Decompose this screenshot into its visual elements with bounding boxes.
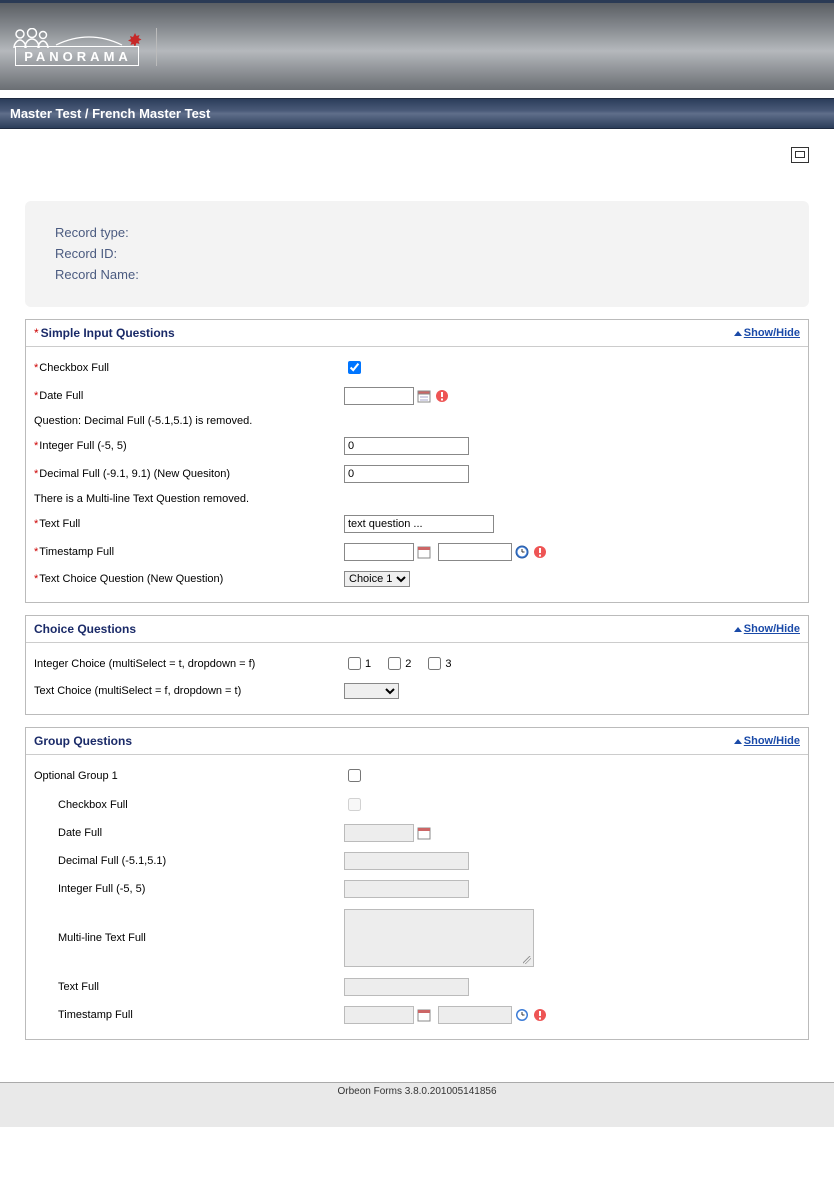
optgroup-label: Optional Group 1	[34, 770, 344, 782]
g-timestamp-date	[344, 1006, 414, 1024]
section-simple-title: *Simple Input Questions	[34, 326, 175, 340]
error-icon	[532, 544, 548, 560]
g-checkbox	[348, 798, 361, 811]
showhide-choice[interactable]: Show/Hide	[734, 623, 800, 635]
calendar-icon	[416, 825, 432, 841]
clock-icon[interactable]	[514, 544, 530, 560]
integer-full-input[interactable]	[344, 437, 469, 455]
footer: Orbeon Forms 3.8.0.201005141856	[0, 1082, 834, 1127]
record-type-label: Record type:	[55, 223, 779, 244]
calendar-icon[interactable]	[416, 388, 432, 404]
intchoice-label: Integer Choice (multiSelect = t, dropdow…	[34, 658, 344, 670]
g-multiline-label: Multi-line Text Full	[58, 932, 344, 944]
record-name-label: Record Name:	[55, 265, 779, 286]
chevron-up-icon	[734, 627, 742, 632]
section-choice-title: Choice Questions	[34, 622, 136, 636]
timestamp-full-label: *Timestamp Full	[34, 546, 344, 558]
logo: PANORAMA	[10, 28, 157, 66]
g-decimal-label: Decimal Full (-5.1,5.1)	[58, 855, 344, 867]
breadcrumb: Master Test / French Master Test	[0, 98, 834, 129]
integer-full-label: *Integer Full (-5, 5)	[34, 440, 344, 452]
record-id-label: Record ID:	[55, 244, 779, 265]
decimal-full-input[interactable]	[344, 465, 469, 483]
textchoice-label: *Text Choice Question (New Question)	[34, 573, 344, 585]
textchoice2-label: Text Choice (multiSelect = f, dropdown =…	[34, 685, 344, 697]
error-icon	[434, 388, 450, 404]
chevron-up-icon	[734, 331, 742, 336]
optgroup-checkbox[interactable]	[348, 769, 361, 782]
textchoice-select[interactable]: Choice 1	[344, 571, 410, 587]
g-checkbox-label: Checkbox Full	[58, 799, 344, 811]
showhide-group[interactable]: Show/Hide	[734, 735, 800, 747]
app-banner: PANORAMA	[0, 0, 834, 90]
g-integer-input	[344, 880, 469, 898]
g-decimal-input	[344, 852, 469, 870]
g-timestamp-label: Timestamp Full	[58, 1009, 344, 1021]
g-date-label: Date Full	[58, 827, 344, 839]
chevron-up-icon	[734, 739, 742, 744]
calendar-icon[interactable]	[416, 544, 432, 560]
timestamp-time-input[interactable]	[438, 543, 512, 561]
logo-text: PANORAMA	[15, 46, 139, 66]
print-icon[interactable]	[791, 147, 809, 163]
textchoice2-select[interactable]	[344, 683, 399, 699]
checkbox-full[interactable]	[348, 361, 361, 374]
g-multiline-input	[344, 909, 534, 967]
g-text-input	[344, 978, 469, 996]
section-group-title: Group Questions	[34, 734, 132, 748]
calendar-icon	[416, 1007, 432, 1023]
g-date-input	[344, 824, 414, 842]
error-icon	[532, 1007, 548, 1023]
section-group: Group Questions Show/Hide Optional Group…	[25, 727, 809, 1040]
section-choice: Choice Questions Show/Hide Integer Choic…	[25, 615, 809, 715]
removed-decimal-msg: Question: Decimal Full (-5.1,5.1) is rem…	[34, 410, 800, 432]
g-timestamp-time	[438, 1006, 512, 1024]
g-text-label: Text Full	[58, 981, 344, 993]
timestamp-date-input[interactable]	[344, 543, 414, 561]
section-simple: *Simple Input Questions Show/Hide *Check…	[25, 319, 809, 603]
text-full-input[interactable]	[344, 515, 494, 533]
g-integer-label: Integer Full (-5, 5)	[58, 883, 344, 895]
showhide-simple[interactable]: Show/Hide	[734, 327, 800, 339]
record-info-panel: Record type: Record ID: Record Name:	[25, 201, 809, 307]
checkbox-full-label: *Checkbox Full	[34, 362, 344, 374]
text-full-label: *Text Full	[34, 518, 344, 530]
removed-multiline-msg: There is a Multi-line Text Question remo…	[34, 488, 800, 510]
intchoice-1[interactable]	[348, 657, 361, 670]
clock-icon	[514, 1007, 530, 1023]
date-full-input[interactable]	[344, 387, 414, 405]
intchoice-2[interactable]	[388, 657, 401, 670]
date-full-label: *Date Full	[34, 390, 344, 402]
decimal-full-label: *Decimal Full (-9.1, 9.1) (New Quesiton)	[34, 468, 344, 480]
intchoice-3[interactable]	[428, 657, 441, 670]
